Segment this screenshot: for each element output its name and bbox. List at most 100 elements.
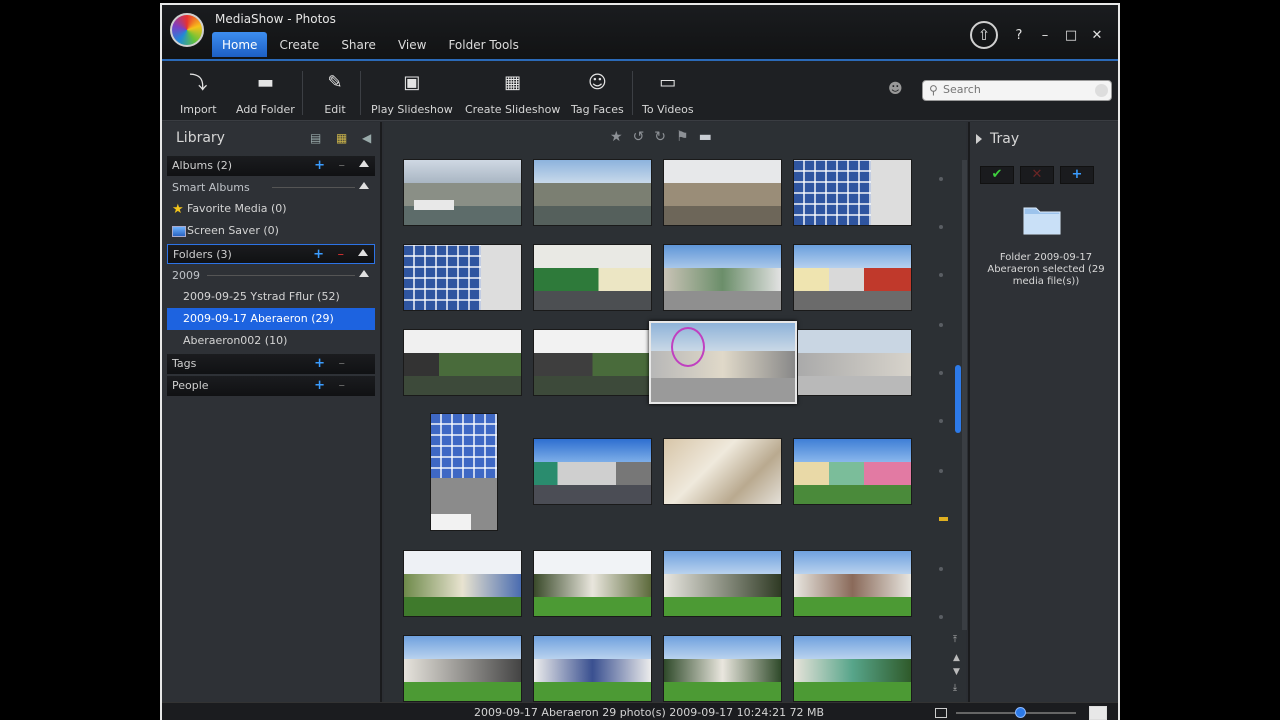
- collapse-panel-icon[interactable]: ◀: [362, 131, 371, 145]
- edit-button[interactable]: ✎ Edit: [322, 63, 348, 117]
- collapse-arrow-icon[interactable]: [359, 270, 369, 277]
- status-bar: 2009-09-17 Aberaeron 29 photo(s) 2009-09…: [162, 702, 1118, 720]
- albums-section[interactable]: Albums (2) + –: [167, 156, 375, 176]
- list-view-icon[interactable]: ▤: [310, 131, 321, 145]
- photo-thumbnail[interactable]: [533, 244, 652, 311]
- people-label: People: [172, 379, 209, 392]
- add-folder-button[interactable]: ▬ Add Folder: [236, 63, 295, 117]
- tray-remove-icon[interactable]: ✕: [1020, 166, 1054, 184]
- add-person-icon[interactable]: +: [314, 378, 325, 393]
- photo-thumbnail[interactable]: [797, 329, 912, 396]
- folders-section[interactable]: Folders (3) + –: [167, 244, 375, 264]
- search-input[interactable]: [943, 83, 1093, 96]
- upgrade-arrow-icon[interactable]: ⇧: [970, 21, 998, 49]
- rotate-right-icon[interactable]: ↻: [654, 129, 666, 145]
- toolbar-divider: [632, 71, 633, 115]
- photo-thumbnail[interactable]: [663, 438, 782, 505]
- maximize-button[interactable]: □: [1058, 28, 1084, 43]
- scroll-bottom-icon[interactable]: ⤓: [953, 683, 957, 693]
- smart-albums-header[interactable]: Smart Albums: [167, 178, 375, 196]
- photo-thumbnail[interactable]: [793, 635, 912, 702]
- photo-thumbnail[interactable]: [533, 329, 652, 396]
- scroll-down-icon[interactable]: ▼: [953, 667, 960, 677]
- small-thumbnail-icon[interactable]: [935, 708, 947, 718]
- tray-add-selected-icon[interactable]: ✔: [980, 166, 1014, 184]
- add-tag-icon[interactable]: +: [314, 356, 325, 371]
- photo-thumbnail[interactable]: [403, 550, 522, 617]
- rotate-left-icon[interactable]: ↺: [633, 129, 645, 145]
- photo-thumbnail[interactable]: [533, 550, 652, 617]
- play-slideshow-button[interactable]: ▣ Play Slideshow: [371, 63, 453, 117]
- scroll-up-icon[interactable]: ▲: [953, 653, 960, 663]
- remove-album-icon[interactable]: –: [339, 158, 346, 173]
- folder-item[interactable]: 2009-09-25 Ystrad Fflur (52): [167, 286, 375, 308]
- timeline-dot: [939, 371, 943, 375]
- help-button[interactable]: ?: [1006, 28, 1032, 43]
- photo-thumbnail[interactable]: [793, 244, 912, 311]
- add-album-icon[interactable]: +: [314, 158, 325, 173]
- year-group-header[interactable]: 2009: [167, 266, 375, 284]
- photo-thumbnail[interactable]: [403, 635, 522, 702]
- import-button[interactable]: ⤵ Import: [180, 63, 217, 116]
- remove-folder-icon[interactable]: –: [338, 247, 345, 262]
- play-slideshow-label: Play Slideshow: [371, 103, 453, 116]
- collapse-arrow-icon[interactable]: [359, 160, 369, 167]
- remove-person-icon[interactable]: –: [339, 378, 346, 393]
- photo-thumbnail[interactable]: [663, 159, 782, 226]
- screen-saver-label: Screen Saver (0): [187, 224, 279, 237]
- menu-folder-tools[interactable]: Folder Tools: [438, 32, 528, 57]
- create-slideshow-button[interactable]: ▦ Create Slideshow: [465, 63, 560, 117]
- menu-home[interactable]: Home: [212, 32, 268, 57]
- menu-create[interactable]: Create: [269, 32, 329, 57]
- remove-tag-icon[interactable]: –: [339, 356, 346, 371]
- timeline-dot: [939, 225, 943, 229]
- photo-thumbnail[interactable]: [663, 244, 782, 311]
- scroll-top-icon[interactable]: ⤒: [953, 635, 957, 645]
- photo-thumbnail[interactable]: [793, 159, 912, 226]
- menu-view[interactable]: View: [388, 32, 436, 57]
- flag-icon[interactable]: ⚑: [676, 129, 689, 145]
- tray-expand-icon[interactable]: [976, 134, 982, 144]
- photo-thumbnail[interactable]: [663, 550, 782, 617]
- collapse-arrow-icon[interactable]: [358, 249, 368, 256]
- tray-add-icon[interactable]: +: [1060, 166, 1094, 184]
- people-section[interactable]: People + –: [167, 376, 375, 396]
- scrollbar-thumb[interactable]: [955, 365, 961, 433]
- scrollbar-track[interactable]: [962, 160, 967, 630]
- large-thumbnail-icon[interactable]: [1089, 706, 1107, 720]
- photo-thumbnail[interactable]: [403, 329, 522, 396]
- favorite-media-item[interactable]: ★ Favorite Media (0): [167, 198, 375, 220]
- face-tag-icon: ☺: [587, 71, 607, 93]
- smart-albums-label: Smart Albums: [172, 181, 250, 194]
- zoom-slider-thumb[interactable]: [1015, 707, 1026, 718]
- folder-view-icon[interactable]: ▬: [699, 129, 712, 145]
- photo-thumbnail[interactable]: [793, 550, 912, 617]
- screen-saver-item[interactable]: Screen Saver (0): [167, 220, 375, 242]
- face-search-icon[interactable]: ☻: [888, 81, 910, 101]
- photo-thumbnail[interactable]: [533, 438, 652, 505]
- tray-info-text: Folder 2009-09-17 Aberaeron selected (29…: [987, 252, 1105, 287]
- photo-thumbnail[interactable]: [533, 635, 652, 702]
- gallery-toolbar: ★ ↺ ↻ ⚑ ▬: [610, 129, 712, 145]
- to-videos-button[interactable]: ▭ To Videos: [642, 63, 694, 117]
- favorite-star-icon[interactable]: ★: [610, 129, 623, 145]
- collapse-arrow-icon[interactable]: [359, 182, 369, 189]
- folder-item[interactable]: Aberaeron002 (10): [167, 330, 375, 352]
- close-button[interactable]: ✕: [1084, 28, 1110, 43]
- library-header: Library ▤ ▦ ◀: [162, 122, 380, 154]
- photo-thumbnail[interactable]: [663, 635, 782, 702]
- photo-thumbnail[interactable]: [533, 159, 652, 226]
- photo-thumbnail[interactable]: [403, 244, 522, 311]
- menu-share[interactable]: Share: [331, 32, 386, 57]
- search-clear-icon[interactable]: [1095, 84, 1108, 97]
- photo-thumbnail[interactable]: [403, 159, 522, 226]
- photo-thumbnail-hovered[interactable]: [649, 321, 797, 404]
- minimize-button[interactable]: –: [1032, 28, 1058, 43]
- folder-item-selected[interactable]: 2009-09-17 Aberaeron (29): [167, 308, 375, 330]
- thumbnail-view-icon[interactable]: ▦: [336, 131, 347, 145]
- photo-thumbnail[interactable]: [430, 413, 498, 531]
- tags-section[interactable]: Tags + –: [167, 354, 375, 374]
- tag-faces-button[interactable]: ☺ Tag Faces: [571, 63, 624, 117]
- add-folder-icon[interactable]: +: [313, 247, 324, 262]
- photo-thumbnail[interactable]: [793, 438, 912, 505]
